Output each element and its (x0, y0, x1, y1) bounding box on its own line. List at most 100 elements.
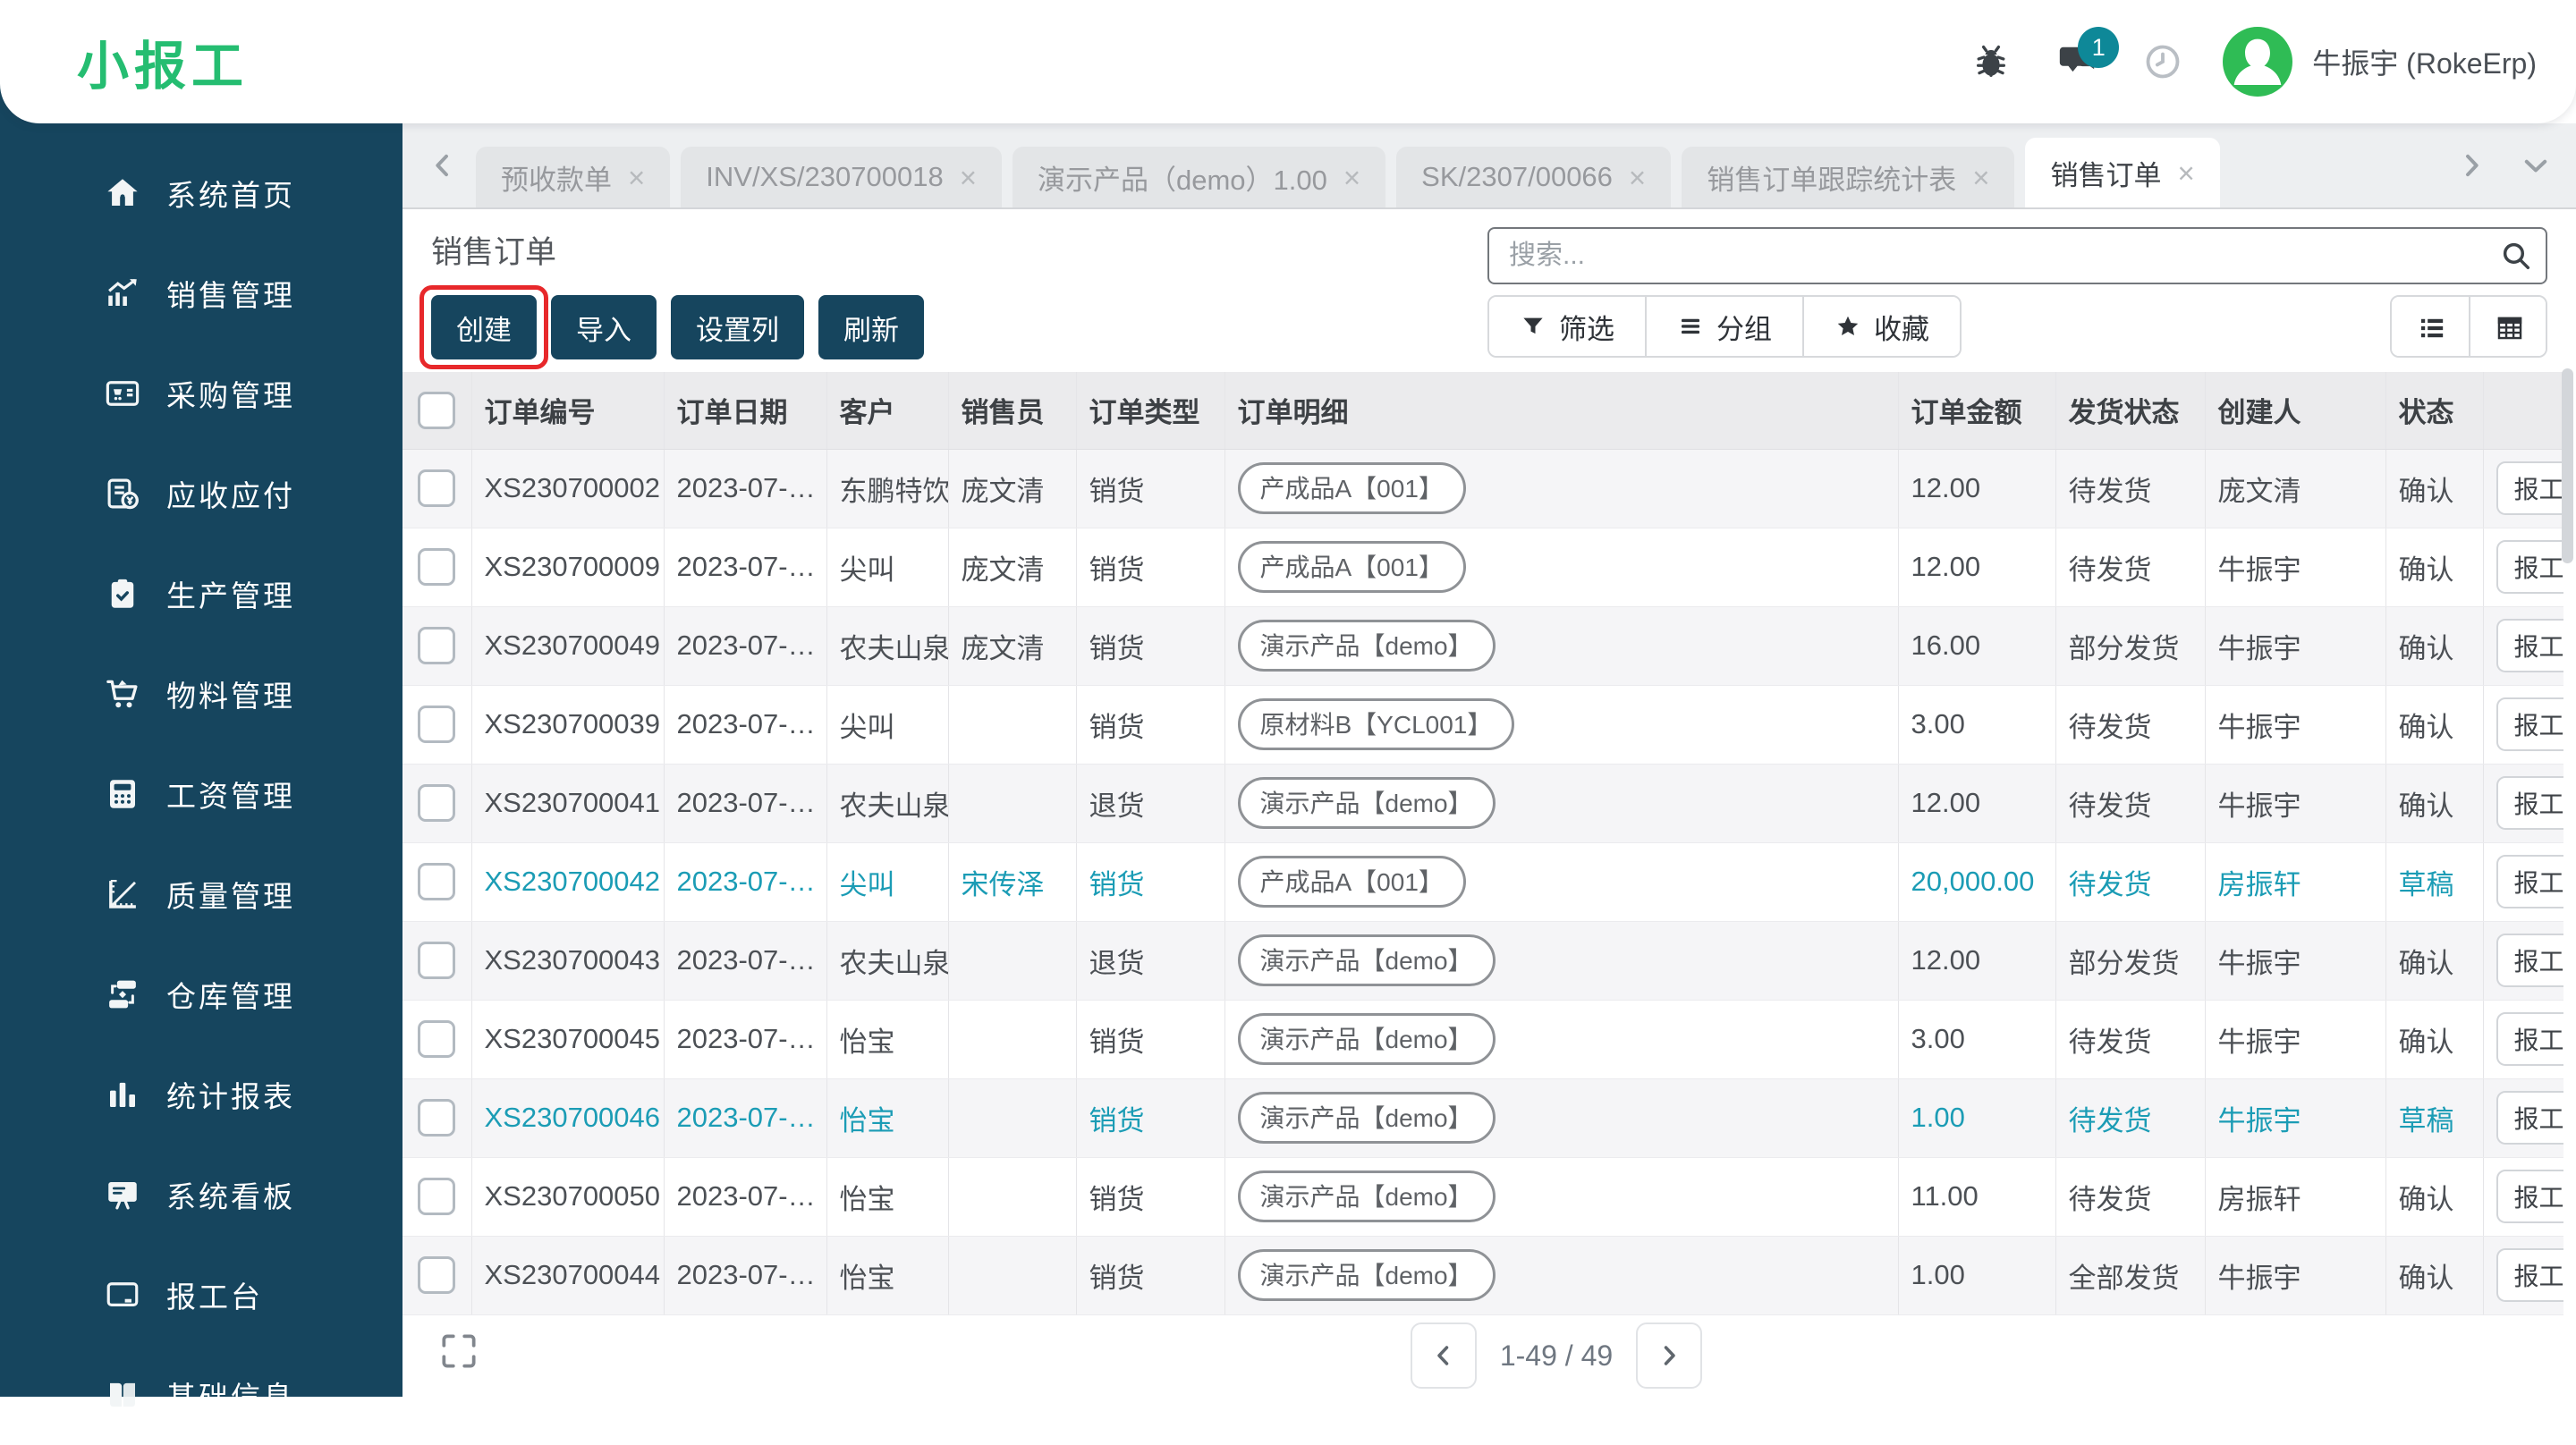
clock-icon[interactable] (2142, 41, 2183, 82)
sidebar-item[interactable]: 物料管理 (0, 644, 402, 744)
sidebar-item[interactable]: 报工台 (0, 1245, 402, 1345)
table-row[interactable]: XS230700049 2023-07-… 农夫山泉 庞文清 销货 演示产品【d… (402, 606, 2563, 686)
fullscreen-expand-icon[interactable] (436, 1329, 481, 1373)
table-row[interactable]: XS230700042 2023-07-… 尖叫 宋传泽 销货 产成品A【001… (402, 842, 2563, 922)
tabs-menu-button[interactable] (2515, 134, 2556, 197)
user-name[interactable]: 牛振宇 (RokeErp) (2312, 41, 2537, 82)
next-page-button[interactable] (1636, 1322, 1703, 1389)
row-checkbox[interactable] (418, 469, 456, 507)
prev-page-button[interactable] (1410, 1322, 1477, 1389)
report-work-button[interactable]: 报工 (2496, 855, 2563, 908)
column-order-no[interactable]: 订单编号 (471, 372, 665, 450)
row-checkbox-cell (402, 1236, 472, 1315)
search-input[interactable] (1487, 227, 2547, 284)
set-columns-button[interactable]: 设置列 (671, 295, 804, 359)
report-work-button[interactable]: 报工 (2496, 1012, 2563, 1066)
dashboard-icon (104, 1176, 141, 1213)
search-icon[interactable] (2499, 239, 2533, 273)
table-row[interactable]: XS230700039 2023-07-… 尖叫 销货 原材料B【YCL001】… (402, 685, 2563, 765)
report-work-button[interactable]: 报工 (2496, 540, 2563, 594)
report-work-button[interactable]: 报工 (2496, 1091, 2563, 1145)
close-icon[interactable]: × (1629, 163, 1646, 192)
list-view-button[interactable] (2392, 297, 2469, 356)
cell-customer: 怡宝 (826, 1236, 949, 1315)
row-checkbox[interactable] (418, 1256, 456, 1294)
report-work-button[interactable]: 报工 (2496, 619, 2563, 672)
favorites-button[interactable]: 收藏 (1802, 297, 1960, 356)
table-row[interactable]: XS230700050 2023-07-… 怡宝 销货 演示产品【demo】 1… (402, 1157, 2563, 1237)
close-icon[interactable]: × (628, 163, 645, 192)
row-checkbox[interactable] (418, 942, 456, 979)
vertical-scrollbar-thumb[interactable] (2562, 368, 2573, 563)
column-order-date[interactable]: 订单日期 (664, 372, 827, 450)
tab[interactable]: SK/2307/00066 × (1396, 147, 1672, 207)
avatar[interactable] (2223, 27, 2293, 97)
row-checkbox[interactable] (418, 1178, 456, 1215)
close-icon[interactable]: × (1343, 163, 1360, 192)
report-work-button[interactable]: 报工 (2496, 697, 2563, 751)
report-work-button[interactable]: 报工 (2496, 1170, 2563, 1223)
column-ship-status[interactable]: 发货状态 (2055, 372, 2206, 450)
column-customer[interactable]: 客户 (826, 372, 949, 450)
report-work-button[interactable]: 报工 (2496, 1248, 2563, 1302)
select-all-checkbox[interactable] (418, 391, 456, 429)
row-checkbox[interactable] (418, 1020, 456, 1058)
import-button[interactable]: 导入 (551, 295, 657, 359)
row-checkbox[interactable] (418, 863, 456, 900)
refresh-button[interactable]: 刷新 (818, 295, 924, 359)
sidebar-item[interactable]: 生产管理 (0, 544, 402, 644)
sidebar-item[interactable]: 仓库管理 (0, 944, 402, 1044)
app-logo[interactable]: 小报工 (77, 24, 249, 99)
close-icon[interactable]: × (1972, 163, 1989, 192)
table-row[interactable]: XS230700041 2023-07-… 农夫山泉 退货 演示产品【demo】… (402, 764, 2563, 843)
row-checkbox[interactable] (418, 784, 456, 822)
table-row[interactable]: XS230700009 2023-07-… 尖叫 庞文清 销货 产成品A【001… (402, 528, 2563, 607)
create-button[interactable]: 创建 (431, 295, 537, 359)
row-checkbox[interactable] (418, 706, 456, 743)
cell-order-amount: 1.00 (1898, 1236, 2056, 1315)
sidebar-item[interactable]: 应收应付 (0, 444, 402, 544)
sidebar-item[interactable]: 统计报表 (0, 1044, 402, 1145)
cell-ship-status: 全部发货 (2055, 1236, 2206, 1315)
table-row[interactable]: XS230700043 2023-07-… 农夫山泉 退货 演示产品【demo】… (402, 921, 2563, 1001)
column-order-type[interactable]: 订单类型 (1076, 372, 1225, 450)
sidebar-item[interactable]: 销售管理 (0, 243, 402, 343)
column-salesperson[interactable]: 销售员 (948, 372, 1077, 450)
sidebar-item[interactable]: 采购管理 (0, 343, 402, 444)
row-checkbox[interactable] (418, 1099, 456, 1137)
tab[interactable]: 演示产品（demo）1.00 × (1013, 147, 1386, 207)
tabs-scroll-right-button[interactable] (2451, 134, 2492, 197)
sidebar-item[interactable]: 系统看板 (0, 1145, 402, 1245)
close-icon[interactable]: × (960, 163, 977, 192)
filter-button[interactable]: 筛选 (1489, 297, 1645, 356)
table-row[interactable]: XS230700002 2023-07-… 东鹏特饮 庞文清 销货 产成品A【0… (402, 449, 2563, 528)
sidebar-item[interactable]: 质量管理 (0, 844, 402, 944)
sidebar-item[interactable]: 基础信息 (0, 1345, 402, 1445)
table-row[interactable]: XS230700044 2023-07-… 怡宝 销货 演示产品【demo】 1… (402, 1236, 2563, 1315)
tabs-scroll-left-button[interactable] (422, 134, 463, 197)
column-creator[interactable]: 创建人 (2205, 372, 2386, 450)
row-checkbox[interactable] (418, 627, 456, 664)
column-status[interactable]: 状态 (2385, 372, 2484, 450)
group-by-button[interactable]: 分组 (1645, 297, 1802, 356)
table-row[interactable]: XS230700046 2023-07-… 怡宝 销货 演示产品【demo】 1… (402, 1078, 2563, 1158)
sidebar-item[interactable]: 工资管理 (0, 744, 402, 844)
column-order-amount[interactable]: 订单金额 (1898, 372, 2056, 450)
row-checkbox[interactable] (418, 548, 456, 586)
bug-icon[interactable] (1970, 41, 2012, 82)
column-order-detail[interactable]: 订单明细 (1224, 372, 1899, 450)
close-icon[interactable]: × (2177, 158, 2194, 188)
report-work-button[interactable]: 报工 (2496, 934, 2563, 987)
table-row[interactable]: XS230700045 2023-07-… 怡宝 销货 演示产品【demo】 3… (402, 1000, 2563, 1079)
report-work-button[interactable]: 报工 (2496, 776, 2563, 830)
tab[interactable]: 销售订单跟踪统计表 × (1682, 147, 2015, 207)
grid-view-button[interactable] (2469, 297, 2546, 356)
tab[interactable]: INV/XS/230700018 × (681, 147, 1002, 207)
sidebar-item[interactable]: 系统首页 (0, 143, 402, 243)
report-work-button[interactable]: 报工 (2496, 461, 2563, 515)
tab[interactable]: 销售订单 × (2025, 138, 2220, 207)
tab[interactable]: 预收款单 × (476, 147, 671, 207)
cell-status: 确认 (2385, 1000, 2484, 1079)
cell-order-type: 退货 (1076, 764, 1225, 843)
messages-button[interactable]: 1 (2056, 27, 2120, 82)
